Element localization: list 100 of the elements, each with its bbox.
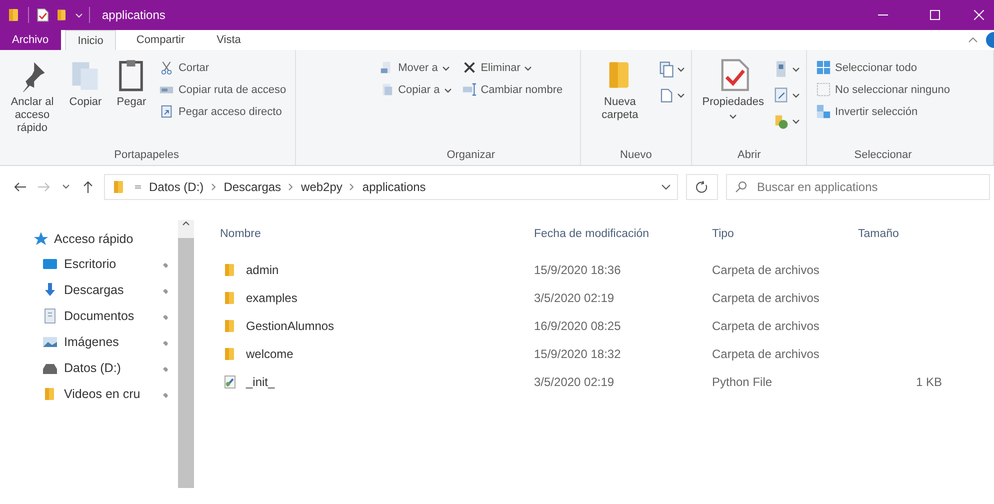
file-name[interactable]: examples [246, 291, 298, 305]
table-cell-text: 15/9/2020 18:32 [533, 347, 622, 361]
refresh-button[interactable] [686, 174, 718, 200]
ribbon-button[interactable]: Cambiar nombre [458, 80, 566, 99]
ribbon-button[interactable]: Cortar [156, 58, 290, 77]
file-name[interactable]: welcome [246, 347, 294, 361]
breadcrumb[interactable]: applications [362, 180, 426, 194]
caret-icon [792, 118, 800, 124]
group-label: Portapapeles [113, 148, 180, 163]
ribbon-button[interactable]: Nueva carpeta [586, 56, 654, 124]
chevron-icon [210, 183, 217, 191]
customize-caret-icon[interactable] [75, 11, 83, 19]
ribbon-button[interactable]: Pegar [110, 56, 152, 111]
shortcut-icon [159, 104, 174, 119]
ribbon-button[interactable]: Anclar al acceso rápido [4, 56, 60, 137]
table-cell-text: 16/9/2020 08:25 [533, 319, 622, 333]
ribbon-button[interactable]: Mover a [376, 58, 455, 77]
table-cell-text: Carpeta de archivos [711, 263, 820, 277]
document-icon [42, 308, 58, 324]
ribbon-icon-button[interactable] [772, 86, 800, 104]
sidebar-item[interactable]: Escritorio [36, 256, 172, 272]
up-icon [82, 181, 94, 193]
sidebar-item[interactable]: Descargas [36, 282, 172, 298]
caret-icon [442, 64, 450, 70]
ribbon-button[interactable]: Seleccionar todo [813, 58, 953, 77]
close-icon [974, 10, 984, 20]
caret-icon [677, 66, 686, 72]
ribbon-tab[interactable]: Vista [204, 30, 253, 50]
table-cell-text: 15/9/2020 18:36 [533, 263, 622, 277]
table-cell-text: Carpeta de archivos [711, 291, 820, 305]
caret-icon [524, 64, 532, 70]
sidebar-item[interactable]: Documentos [36, 308, 172, 324]
breadcrumb[interactable]: Descargas [224, 180, 282, 194]
column-header[interactable]: Tipo [704, 228, 850, 240]
caret-icon [444, 86, 452, 92]
dropdown-caret-icon[interactable] [661, 183, 671, 191]
help-icon[interactable] [984, 32, 994, 48]
scroll-up-icon [182, 220, 190, 226]
ribbon-tab[interactable]: Inicio [64, 30, 116, 50]
forward-icon [38, 181, 50, 193]
ribbon-button[interactable]: Copiar a [376, 80, 455, 99]
properties-icon [35, 8, 49, 22]
scrollbar[interactable] [178, 220, 194, 488]
ribbon-tab[interactable]: Compartir [124, 30, 197, 50]
ribbon-icon-button[interactable] [657, 60, 686, 78]
ribbon-button[interactable]: Eliminar [458, 58, 566, 77]
python-file-icon [222, 374, 238, 390]
ribbon-button[interactable]: Invertir selección [813, 102, 953, 121]
back-icon [14, 181, 26, 193]
file-name[interactable]: GestionAlumnos [246, 319, 334, 333]
column-header[interactable]: Fecha de modificación [526, 228, 704, 240]
quick-access-item[interactable]: Acceso rápido [34, 232, 178, 246]
rename-icon [462, 82, 477, 97]
group-label: Seleccionar [853, 148, 913, 163]
table-cell-text: Carpeta de archivos [711, 319, 820, 333]
ribbon-button[interactable]: Copiar ruta de acceso [156, 80, 290, 99]
column-header[interactable]: Nombre [216, 228, 526, 240]
file-name[interactable]: _init_ [246, 375, 275, 389]
delete-icon [462, 60, 477, 75]
table-cell-text: 1 KB [914, 375, 943, 389]
ribbon-button[interactable]: Pegar acceso directo [156, 102, 290, 121]
download-icon [42, 282, 58, 298]
search-icon [735, 181, 747, 193]
file-name[interactable]: admin [246, 263, 279, 277]
caret-icon [792, 92, 800, 98]
sidebar-item[interactable]: Imágenes [36, 334, 172, 350]
ribbon-button[interactable]: Propiedades [698, 56, 768, 121]
breadcrumb[interactable]: Datos (D:) [149, 180, 204, 194]
caret-icon [677, 92, 686, 98]
desktop-icon [42, 256, 58, 272]
image-icon [42, 334, 58, 350]
caret-icon [729, 113, 738, 119]
table-cell-text: Carpeta de archivos [711, 347, 820, 361]
star-icon [34, 232, 48, 246]
collapse-ribbon-icon[interactable] [968, 36, 978, 44]
caret-icon [792, 66, 800, 72]
ribbon-button[interactable]: Copiar [64, 56, 106, 111]
table-cell-text: Python File [711, 375, 774, 389]
search-field[interactable]: Buscar en applications [726, 174, 990, 200]
group-label: Abrir [736, 148, 762, 163]
ribbon-button[interactable]: No seleccionar ninguno [813, 80, 953, 99]
separator-icon [134, 183, 142, 191]
column-header[interactable]: Tamaño [850, 228, 950, 240]
table-cell-text: 3/5/2020 02:19 [533, 375, 616, 389]
scissors-icon [159, 60, 174, 75]
group-label: Organizar [446, 148, 496, 163]
select-all-icon [816, 60, 832, 75]
sidebar-item[interactable]: Datos (D:) [36, 360, 172, 376]
group-label: Nuevo [619, 148, 653, 163]
window-title: applications [102, 8, 166, 22]
breadcrumb[interactable]: web2py [301, 180, 342, 194]
chevron-icon [288, 183, 294, 191]
chevron-icon [349, 183, 356, 191]
refresh-icon [696, 181, 708, 193]
select-none-icon [816, 82, 832, 97]
file-menu-tab[interactable]: Archivo [0, 30, 61, 50]
maximize-icon [930, 10, 940, 20]
sidebar-item[interactable]: Videos en cru [36, 386, 172, 402]
table-cell-text: 3/5/2020 02:19 [533, 291, 616, 305]
invert-selection-icon [816, 104, 832, 119]
